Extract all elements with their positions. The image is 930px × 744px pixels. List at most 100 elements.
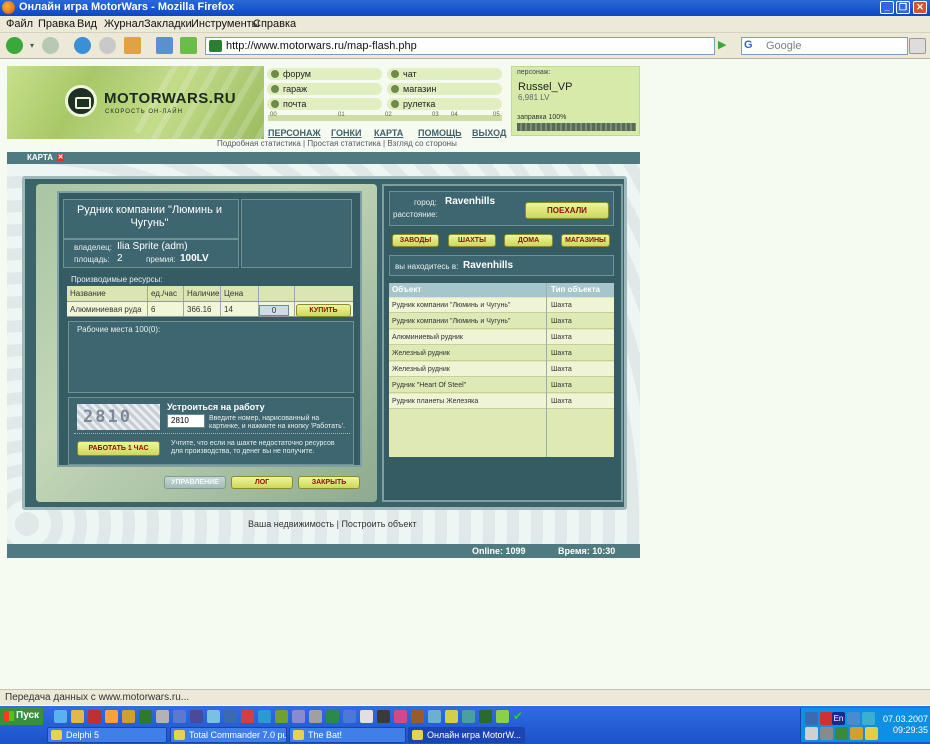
manage-button[interactable]: УПРАВЛЕНИЕ	[164, 476, 226, 489]
app-icon[interactable]	[479, 710, 492, 723]
nav-races[interactable]: ГОНКИ	[331, 128, 361, 138]
link-chat[interactable]: чат	[387, 68, 502, 80]
search-input[interactable]: G Google	[741, 37, 908, 55]
add-bookmark-icon[interactable]	[180, 37, 197, 54]
quantity-input[interactable]: 0	[259, 305, 289, 316]
stop-icon[interactable]	[99, 37, 116, 54]
minimize-button[interactable]: _	[880, 1, 894, 14]
app-icon[interactable]	[190, 710, 203, 723]
app-icon[interactable]	[394, 710, 407, 723]
menu-bookmarks[interactable]: Закладки	[144, 18, 192, 30]
menu-view[interactable]: Вид	[77, 18, 97, 30]
app-icon[interactable]	[462, 710, 475, 723]
app-icon[interactable]	[224, 710, 237, 723]
restore-button[interactable]: ❐	[896, 1, 910, 14]
filter-factories[interactable]: ЗАВОДЫ	[392, 234, 439, 247]
firefox-quicklaunch-icon[interactable]	[105, 710, 118, 723]
tray-icon[interactable]	[847, 712, 860, 725]
app-icon[interactable]	[122, 710, 135, 723]
word-icon[interactable]	[343, 710, 356, 723]
url-bar[interactable]: http://www.motorwars.ru/map-flash.php	[205, 37, 715, 55]
app-icon[interactable]	[428, 710, 441, 723]
table-row[interactable]: Железный рудник Шахта	[389, 346, 614, 361]
app-icon[interactable]	[207, 710, 220, 723]
google-icon[interactable]: G	[744, 39, 757, 53]
nav-exit[interactable]: ВЫХОД	[472, 128, 506, 138]
tray-icon[interactable]	[805, 712, 818, 725]
filter-shops[interactable]: МАГАЗИНЫ	[561, 234, 610, 247]
language-indicator[interactable]: En	[832, 712, 845, 725]
app-icon[interactable]	[156, 710, 169, 723]
table-row[interactable]: Рудник компании "Люминь и Чугунь" Шахта	[389, 314, 614, 329]
tray-icon[interactable]	[850, 727, 863, 740]
menu-tools[interactable]: Инструменты	[191, 18, 260, 30]
work-button[interactable]: РАБОТАТЬ 1 ЧАС	[77, 441, 160, 456]
table-row[interactable]: Рудник "Heart Of Steel" Шахта	[389, 378, 614, 393]
log-button[interactable]: ЛОГ	[231, 476, 293, 489]
close-button[interactable]: ✕	[913, 1, 927, 14]
link-roulette[interactable]: рулетка	[387, 98, 502, 110]
app-icon[interactable]	[411, 710, 424, 723]
app-icon[interactable]	[241, 710, 254, 723]
home-icon[interactable]	[124, 37, 141, 54]
captcha-input[interactable]: 2810	[167, 414, 205, 428]
start-button[interactable]: Пуск	[0, 707, 43, 725]
menu-help[interactable]: Справка	[253, 18, 296, 30]
mine-owner[interactable]: Ilia Sprite (adm)	[117, 241, 188, 252]
link-shop[interactable]: магазин	[387, 83, 502, 95]
tray-icon[interactable]	[805, 727, 818, 740]
app-icon[interactable]	[377, 710, 390, 723]
table-row[interactable]: Железный рудник Шахта	[389, 362, 614, 377]
clock[interactable]: 07.03.2007 09:29:35	[883, 714, 928, 736]
nav-map[interactable]: КАРТА	[374, 128, 403, 138]
task-the-bat[interactable]: The Bat!	[289, 727, 406, 743]
task-firefox[interactable]: Онлайн игра MotorW...	[408, 727, 525, 743]
link-garage[interactable]: гараж	[267, 83, 382, 95]
property-links[interactable]: Ваша недвижимость | Построить объект	[248, 519, 417, 529]
app-icon[interactable]	[496, 710, 509, 723]
search-go-icon[interactable]	[909, 38, 926, 54]
folder-icon[interactable]	[71, 710, 84, 723]
task-delphi[interactable]: Delphi 5	[47, 727, 167, 743]
menu-history[interactable]: Журнал	[104, 18, 144, 30]
ie-icon[interactable]	[54, 710, 67, 723]
check-icon[interactable]: ✔	[513, 710, 526, 723]
buy-button[interactable]: КУПИТЬ	[296, 304, 351, 317]
back-dropdown-icon[interactable]: ▾	[30, 37, 38, 54]
task-total-commander[interactable]: Total Commander 7.0 publi...	[170, 727, 287, 743]
forward-icon[interactable]	[42, 37, 59, 54]
tray-icon[interactable]	[865, 727, 878, 740]
reload-icon[interactable]	[74, 37, 91, 54]
link-forum[interactable]: форум	[267, 68, 382, 80]
go-icon[interactable]: ▶	[718, 39, 730, 52]
table-row[interactable]: Рудник планеты Железяка Шахта	[389, 394, 614, 409]
filter-mines[interactable]: ШАХТЫ	[448, 234, 496, 247]
menu-edit[interactable]: Правка	[38, 18, 75, 30]
close-mine-button[interactable]: ЗАКРЫТЬ	[298, 476, 360, 489]
tray-icon[interactable]	[835, 727, 848, 740]
excel-icon[interactable]	[326, 710, 339, 723]
menu-file[interactable]: Файл	[6, 18, 33, 30]
tray-icon[interactable]	[862, 712, 875, 725]
nav-help[interactable]: ПОМОЩЬ	[418, 128, 462, 138]
app-icon[interactable]	[275, 710, 288, 723]
table-row[interactable]: Алюминиевый рудник Шахта	[389, 330, 614, 345]
filter-houses[interactable]: ДОМА	[504, 234, 553, 247]
player-name[interactable]: Russel_VP	[518, 81, 572, 93]
stats-links[interactable]: Подробная статистика | Простая статистик…	[217, 139, 457, 148]
back-icon[interactable]	[6, 37, 23, 54]
app-icon[interactable]	[309, 710, 322, 723]
link-mail[interactable]: почта	[267, 98, 382, 110]
app-icon[interactable]	[445, 710, 458, 723]
table-row[interactable]: Рудник компании "Люминь и Чугунь" Шахта	[389, 298, 614, 313]
app-icon[interactable]	[360, 710, 373, 723]
nav-character[interactable]: ПЕРСОНАЖ	[268, 128, 321, 138]
go-button[interactable]: ПОЕХАЛИ	[525, 202, 609, 219]
bookmarks-icon[interactable]	[156, 37, 173, 54]
app-icon[interactable]	[139, 710, 152, 723]
tray-icon[interactable]	[820, 727, 833, 740]
close-map-icon[interactable]: ✕	[57, 154, 64, 161]
app-icon[interactable]	[258, 710, 271, 723]
site-logo-banner[interactable]: MOTORWARS.RU СКОРОСТЬ ОН-ЛАЙН	[7, 66, 264, 139]
app-icon[interactable]	[292, 710, 305, 723]
